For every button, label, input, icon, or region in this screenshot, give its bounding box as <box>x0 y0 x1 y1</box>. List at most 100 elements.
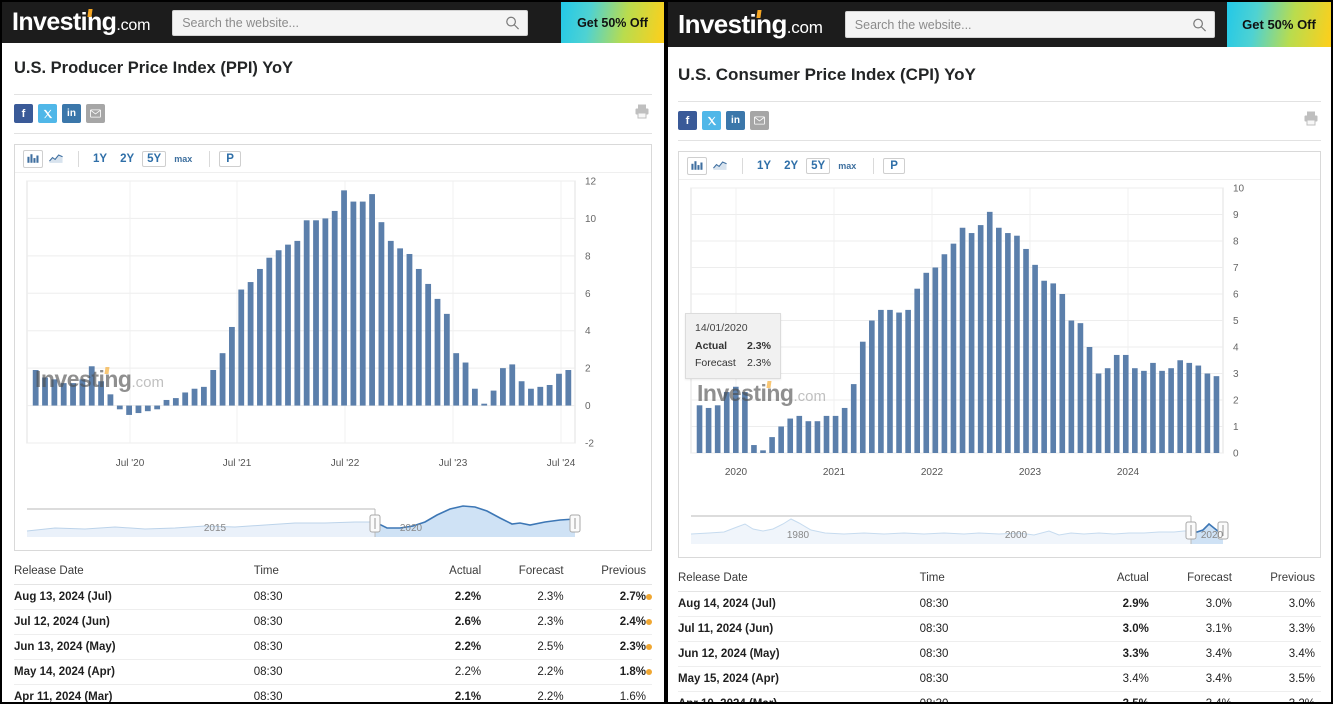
logo-text: Investing <box>12 8 117 36</box>
cell-release-date: Jul 12, 2024 (Jun) <box>14 609 254 635</box>
th-actual: Actual <box>392 561 482 585</box>
cell-release-date: Aug 14, 2024 (Jul) <box>678 591 920 617</box>
range-1y-button[interactable]: 1Y <box>88 151 112 167</box>
bar-chart-type-icon[interactable] <box>687 156 707 175</box>
release-table-left: Release Date Time Actual Forecast Previo… <box>14 561 652 702</box>
promo-button-left[interactable]: Get 50% Off <box>561 2 664 43</box>
bar <box>778 426 784 453</box>
cell-time: 08:30 <box>919 691 1060 702</box>
period-button[interactable]: P <box>219 150 241 167</box>
range-5y-button[interactable]: 5Y <box>806 157 831 174</box>
email-share-icon[interactable] <box>86 104 105 123</box>
chart-card-left: 1Y 2Y 5Y max P -2 0 2 4 6 8 10 12 Jul '2… <box>14 144 652 551</box>
bar <box>257 268 263 406</box>
print-icon[interactable] <box>1303 110 1319 126</box>
x-twitter-share-icon[interactable] <box>38 104 57 123</box>
range-2y-button[interactable]: 2Y <box>779 158 803 174</box>
bar <box>914 288 920 453</box>
table-row[interactable]: Apr 11, 2024 (Mar) 08:30 2.1% 2.2% 1.6% <box>14 684 652 702</box>
bar <box>313 220 319 406</box>
y-axis-tick-label: 4 <box>585 326 591 337</box>
cell-previous: 1.8% <box>563 659 646 685</box>
search-container-left <box>172 9 529 36</box>
bar <box>769 437 775 453</box>
panel-cpi: Investing .com Get 50% Off U.S. Consumer… <box>666 0 1333 704</box>
x-twitter-share-icon[interactable] <box>702 111 721 130</box>
navigator-right[interactable]: 1980 2000 2020 <box>679 500 1320 557</box>
cell-indicator <box>1315 691 1321 702</box>
bar <box>869 320 875 453</box>
cell-indicator <box>646 684 652 702</box>
search-input[interactable] <box>844 11 1215 38</box>
cell-forecast: 3.4% <box>1148 666 1232 692</box>
toolbar-separator-2 <box>209 150 211 167</box>
range-1y-button[interactable]: 1Y <box>752 158 776 174</box>
table-row[interactable]: Aug 13, 2024 (Jul) 08:30 2.2% 2.3% 2.7% <box>14 584 652 610</box>
y-axis-tick-label: 9 <box>1233 210 1239 221</box>
email-share-icon[interactable] <box>750 111 769 130</box>
bar <box>1113 354 1120 453</box>
facebook-share-icon[interactable]: f <box>678 111 697 130</box>
line-chart-type-icon[interactable] <box>46 150 66 168</box>
bar <box>60 383 67 406</box>
print-icon[interactable] <box>634 103 650 119</box>
table-row[interactable]: Jul 12, 2024 (Jun) 08:30 2.6% 2.3% 2.4% <box>14 609 652 635</box>
bar <box>406 253 413 406</box>
logo-suffix: .com <box>116 17 151 34</box>
table-row[interactable]: Apr 10, 2024 (Mar) 08:30 3.5% 3.4% 3.2% <box>678 691 1321 702</box>
bar <box>1086 347 1093 453</box>
bar <box>859 341 866 453</box>
table-row[interactable]: Jun 12, 2024 (May) 08:30 3.3% 3.4% 3.4% <box>678 641 1321 667</box>
table-row[interactable]: Aug 14, 2024 (Jul) 08:30 2.9% 3.0% 3.0% <box>678 591 1321 617</box>
cell-actual: 3.0% <box>1059 616 1149 642</box>
bar <box>986 211 993 453</box>
facebook-share-icon[interactable]: f <box>14 104 33 123</box>
plot-area-left[interactable]: -2 0 2 4 6 8 10 12 Jul '20 Jul '21 Jul '22 Jul '23… <box>15 173 651 493</box>
bar <box>1150 362 1156 453</box>
investing-logo-right[interactable]: Investing .com <box>678 9 823 40</box>
cell-previous: 2.7% <box>563 584 646 610</box>
plot-area-right[interactable]: 0 1 2 3 4 5 6 7 8 9 10 2020 2021 2022 2023 2024 Invest… <box>679 180 1320 500</box>
table-row[interactable]: May 15, 2024 (Apr) 08:30 3.4% 3.4% 3.5% <box>678 666 1321 692</box>
promo-button-right[interactable]: Get 50% Off <box>1227 2 1331 47</box>
linkedin-share-icon[interactable]: in <box>726 111 745 130</box>
th-previous: Previous <box>563 561 646 585</box>
bar <box>126 405 133 415</box>
bar <box>832 415 839 453</box>
navigator-left[interactable]: 2015 2020 <box>15 493 651 550</box>
period-button[interactable]: P <box>883 157 905 174</box>
bar <box>1050 283 1057 453</box>
tooltip-forecast-row: Forecast 2.3% <box>695 355 771 371</box>
investing-logo-left[interactable]: Investing .com <box>12 8 150 37</box>
page-title-left: U.S. Producer Price Index (PPI) YoY <box>14 59 294 77</box>
cell-forecast: 3.4% <box>1148 641 1232 667</box>
table-row[interactable]: Jul 11, 2024 (Jun) 08:30 3.0% 3.1% 3.3% <box>678 616 1321 642</box>
share-row-right: f in <box>668 102 1331 130</box>
bar <box>500 368 506 406</box>
bar <box>135 405 142 414</box>
range-2y-button[interactable]: 2Y <box>115 151 139 167</box>
range-5y-button[interactable]: 5Y <box>142 150 167 167</box>
release-table-right: Release Date Time Actual Forecast Previo… <box>678 568 1321 702</box>
bar <box>453 353 460 406</box>
th-forecast: Forecast <box>481 561 564 585</box>
search-input[interactable] <box>172 9 529 36</box>
table-row[interactable]: May 14, 2024 (Apr) 08:30 2.2% 2.2% 1.8% <box>14 659 652 685</box>
range-max-button[interactable]: max <box>833 159 861 173</box>
release-table-wrap-right: Release Date Time Actual Forecast Previo… <box>668 568 1331 702</box>
bar <box>565 370 572 406</box>
linkedin-share-icon[interactable]: in <box>62 104 81 123</box>
bar <box>896 312 902 453</box>
status-dot <box>646 619 652 625</box>
bar <box>462 362 469 406</box>
range-max-button[interactable]: max <box>169 152 197 166</box>
navigator-label-0: 1980 <box>787 530 810 541</box>
cell-actual: 3.3% <box>1059 641 1149 667</box>
bar-chart-type-icon[interactable] <box>23 149 43 168</box>
bar <box>79 379 86 406</box>
cell-release-date: Jun 12, 2024 (May) <box>678 641 920 667</box>
bar <box>42 377 48 406</box>
line-chart-type-icon[interactable] <box>710 157 730 175</box>
x-axis-tick-label: 2023 <box>1019 467 1042 478</box>
table-row[interactable]: Jun 13, 2024 (May) 08:30 2.2% 2.5% 2.3% <box>14 634 652 660</box>
